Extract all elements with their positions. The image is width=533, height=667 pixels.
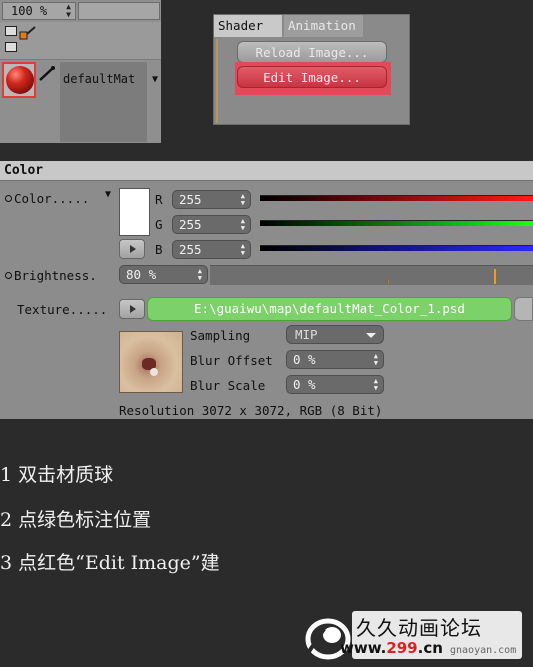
brightness-value-field[interactable]: 80 % ▲ ▼ xyxy=(119,265,208,284)
spin-arrows-icon[interactable]: ▲ ▼ xyxy=(241,193,245,207)
material-name-column[interactable]: defaultMat xyxy=(60,62,147,142)
color-label-row[interactable]: Color..... xyxy=(5,191,89,206)
blur-offset-value: 0 % xyxy=(293,352,316,367)
keyframe-dot-icon[interactable] xyxy=(5,195,12,202)
brightness-value: 80 % xyxy=(126,267,157,282)
instruction-step-3: 3 点红色“Edit Image”建 xyxy=(0,552,220,574)
g-value: 255 xyxy=(179,217,202,232)
dropdown-arrow-icon[interactable]: ▼ xyxy=(152,74,158,85)
r-channel-label: R xyxy=(155,192,163,207)
slider-tick xyxy=(388,280,389,284)
g-gradient-slider[interactable] xyxy=(260,220,533,226)
blur-scale-value: 0 % xyxy=(293,377,316,392)
color-expand-button[interactable] xyxy=(119,239,145,259)
texture-path-field[interactable]: E:\guaiwu\map\defaultMat_Color_1.psd xyxy=(147,297,512,321)
shader-panel: Shader Animation Reload Image... Edit Im… xyxy=(213,14,410,125)
brightness-label-row[interactable]: Brightness. xyxy=(5,268,97,283)
texture-thumbnail[interactable] xyxy=(119,331,183,393)
chevron-down-icon xyxy=(366,333,376,338)
brush-icon[interactable] xyxy=(38,66,56,82)
b-value-field[interactable]: 255 ▲ ▼ xyxy=(172,240,251,259)
reload-image-button[interactable]: Reload Image... xyxy=(237,41,387,63)
material-preview-small-icon-2[interactable] xyxy=(5,42,17,52)
sampling-label: Sampling xyxy=(190,328,251,343)
slider-handle[interactable] xyxy=(494,269,496,284)
watermark: 久久动画论坛 www.299.cn gnaoyan.com xyxy=(300,605,533,667)
blur-scale-label: Blur Scale xyxy=(190,378,266,393)
shader-tabs: Shader Animation xyxy=(214,15,364,37)
watermark-subtext: gnaoyan.com xyxy=(450,645,517,656)
brightness-slider[interactable] xyxy=(210,265,533,285)
g-channel-label: G xyxy=(155,217,163,232)
zoom-slider-area[interactable] xyxy=(78,2,160,20)
brightness-label: Brightness. xyxy=(14,268,97,283)
blur-offset-label: Blur Offset xyxy=(190,353,273,368)
spin-arrows-icon[interactable]: ▲ ▼ xyxy=(374,378,378,392)
color-attribute-panel: Color Color..... ▼ R 255 ▲ ▼ G 255 ▲ ▼ B 2… xyxy=(0,161,533,419)
spin-arrows-icon[interactable]: ▲ ▼ xyxy=(374,353,378,367)
texture-label: Texture..... xyxy=(17,302,108,317)
b-gradient-slider[interactable] xyxy=(260,245,533,251)
texture-menu-button[interactable] xyxy=(119,299,145,319)
material-ball-thumbnail[interactable] xyxy=(2,62,36,98)
keyframe-dot-icon[interactable] xyxy=(5,272,12,279)
tab-animation[interactable]: Animation xyxy=(284,15,363,37)
panel-edge-line xyxy=(216,39,218,123)
material-preview-small-icon[interactable] xyxy=(5,26,17,36)
spin-arrows-icon[interactable]: ▲ ▼ xyxy=(66,3,71,19)
zoom-field[interactable]: 100 % ▲ ▼ xyxy=(2,2,76,20)
zoom-value: 100 % xyxy=(11,4,48,18)
tab-shader[interactable]: Shader xyxy=(214,15,282,37)
blur-scale-field[interactable]: 0 % ▲ ▼ xyxy=(286,375,384,394)
r-value-field[interactable]: 255 ▲ ▼ xyxy=(172,190,251,209)
b-channel-label: B xyxy=(155,242,163,257)
material-manager-panel: 100 % ▲ ▼ defaultMat ▼ xyxy=(0,0,161,143)
g-value-field[interactable]: 255 ▲ ▼ xyxy=(172,215,251,234)
edit-image-button[interactable]: Edit Image... xyxy=(237,66,387,88)
sampling-value: MIP xyxy=(295,327,318,342)
sampling-dropdown[interactable]: MIP xyxy=(286,325,384,344)
watermark-url: www.299.cn xyxy=(340,639,443,657)
play-triangle-icon xyxy=(130,305,136,313)
b-value: 255 xyxy=(179,242,202,257)
instruction-step-2: 2 点绿色标注位置 xyxy=(0,509,152,531)
paint-brush-icon[interactable] xyxy=(19,26,37,40)
spin-arrows-icon[interactable]: ▲ ▼ xyxy=(241,218,245,232)
spin-arrows-icon[interactable]: ▲ ▼ xyxy=(198,268,202,282)
color-swatch[interactable] xyxy=(119,188,150,236)
material-name: defaultMat xyxy=(63,72,136,86)
material-toolbar xyxy=(0,22,161,60)
r-value: 255 xyxy=(179,192,202,207)
texture-browse-button[interactable] xyxy=(514,297,533,321)
color-label: Color..... xyxy=(14,191,90,206)
resolution-info: Resolution 3072 x 3072, RGB (8 Bit) xyxy=(119,403,383,418)
color-mode-arrow-icon[interactable]: ▼ xyxy=(105,189,111,200)
instruction-step-1: 1 双击材质球 xyxy=(0,464,114,486)
watermark-title: 久久动画论坛 xyxy=(356,616,482,640)
play-triangle-icon xyxy=(130,245,136,253)
blur-offset-field[interactable]: 0 % ▲ ▼ xyxy=(286,350,384,369)
panel-title: Color xyxy=(0,161,533,181)
material-ball-icon xyxy=(6,66,34,94)
spin-arrows-icon[interactable]: ▲ ▼ xyxy=(241,243,245,257)
r-gradient-slider[interactable] xyxy=(260,195,533,201)
thumbnail-detail xyxy=(150,368,158,376)
